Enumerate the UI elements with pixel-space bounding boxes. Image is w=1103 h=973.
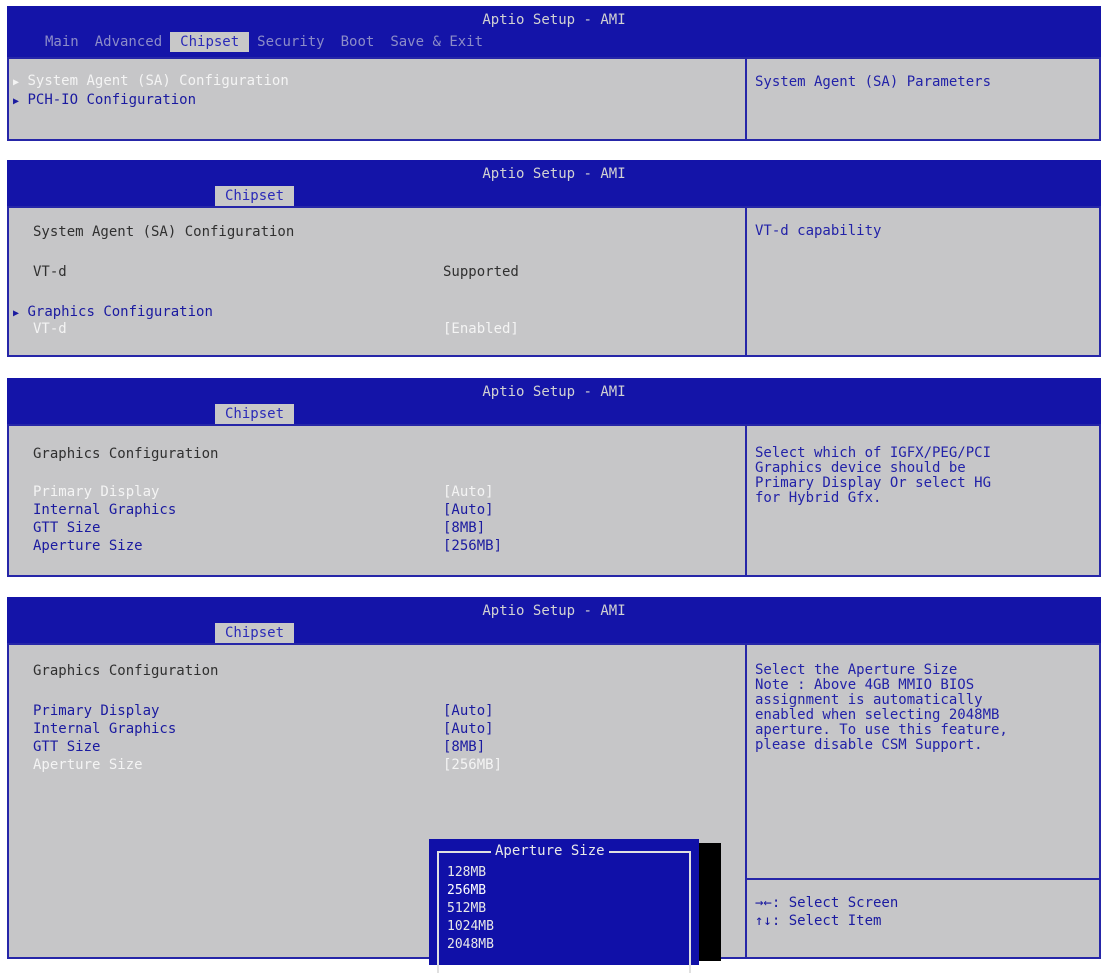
title-bar: Aptio Setup - AMI Main Advanced Chipset … — [7, 6, 1101, 57]
key-hint-select-item: ↑↓: Select Item — [755, 913, 881, 929]
popup-option-128mb[interactable]: 128MB — [447, 865, 486, 880]
tab-bar: Chipset — [215, 404, 295, 424]
aperture-size-label[interactable]: Aperture Size — [33, 538, 143, 554]
section-title: Graphics Configuration — [33, 663, 219, 679]
help-divider — [745, 208, 747, 355]
help-key-divider — [747, 878, 1099, 880]
gtt-size-value[interactable]: [8MB] — [443, 520, 485, 536]
vt-d-setting-value[interactable]: [Enabled] — [443, 321, 519, 337]
submenu-arrow-icon: ▶ — [13, 96, 20, 107]
primary-display-value[interactable]: [Auto] — [443, 484, 494, 500]
bios-screen-system-agent: Aptio Setup - AMI Chipset System Agent (… — [7, 160, 1101, 357]
aperture-size-label[interactable]: Aperture Size — [33, 757, 143, 773]
gtt-size-value[interactable]: [8MB] — [443, 739, 485, 755]
vt-d-info-label: VT-d — [33, 264, 67, 280]
menu-item-label: Graphics Configuration — [27, 304, 213, 320]
help-text: Select the Aperture Size Note : Above 4G… — [755, 662, 1008, 753]
tab-main[interactable]: Main — [37, 32, 87, 52]
window-title: Aptio Setup - AMI — [482, 384, 626, 400]
title-bar: Aptio Setup - AMI Chipset — [7, 378, 1101, 424]
bios-screen-main-menu: Aptio Setup - AMI Main Advanced Chipset … — [7, 6, 1101, 141]
tab-bar: Chipset — [215, 186, 295, 206]
left-right-arrows-icon: →← — [755, 895, 772, 911]
help-text: Select which of IGFX/PEG/PCI Graphics de… — [755, 445, 992, 506]
tab-bar: Main Advanced Chipset Security Boot Save… — [37, 32, 491, 52]
internal-graphics-label[interactable]: Internal Graphics — [33, 721, 176, 737]
tab-security[interactable]: Security — [249, 32, 332, 52]
gtt-size-label[interactable]: GTT Size — [33, 739, 100, 755]
help-text: VT-d capability — [755, 223, 882, 239]
help-divider — [745, 645, 747, 957]
title-bar: Aptio Setup - AMI Chipset — [7, 597, 1101, 643]
menu-item-graphics-configuration[interactable]: ▶ Graphics Configuration — [13, 304, 213, 320]
tab-save-exit[interactable]: Save & Exit — [382, 32, 491, 52]
popup-option-1024mb[interactable]: 1024MB — [447, 919, 494, 934]
menu-item-label: PCH-IO Configuration — [27, 92, 197, 108]
primary-display-value[interactable]: [Auto] — [443, 703, 494, 719]
menu-item-system-agent[interactable]: ▶ System Agent (SA) Configuration — [13, 73, 289, 89]
setup-content: Graphics Configuration Primary Display [… — [7, 643, 1101, 973]
tab-chipset[interactable]: Chipset — [170, 32, 250, 52]
primary-display-label[interactable]: Primary Display — [33, 703, 159, 719]
popup-option-256mb[interactable]: 256MB — [447, 883, 486, 898]
menu-item-pch-io[interactable]: ▶ PCH-IO Configuration — [13, 92, 196, 108]
submenu-arrow-icon: ▶ — [13, 308, 20, 319]
aperture-size-value[interactable]: [256MB] — [443, 538, 502, 554]
popup-option-2048mb[interactable]: 2048MB — [447, 937, 494, 952]
window-title: Aptio Setup - AMI — [482, 166, 626, 182]
window-title: Aptio Setup - AMI — [482, 603, 626, 619]
setup-content: ▶ System Agent (SA) Configuration ▶ PCH-… — [7, 57, 1101, 141]
key-hint-text: : Select Item — [771, 913, 882, 929]
help-divider — [745, 426, 747, 575]
gtt-size-label[interactable]: GTT Size — [33, 520, 100, 536]
vt-d-setting-label[interactable]: VT-d — [33, 321, 67, 337]
tab-advanced[interactable]: Advanced — [87, 32, 170, 52]
help-divider — [745, 59, 747, 139]
tab-chipset[interactable]: Chipset — [215, 186, 295, 206]
section-title: Graphics Configuration — [33, 446, 219, 462]
key-hint-select-screen: →←: Select Screen — [755, 895, 898, 911]
setup-content: Graphics Configuration Primary Display [… — [7, 424, 1101, 577]
internal-graphics-value[interactable]: [Auto] — [443, 502, 494, 518]
popup-title: Aperture Size — [491, 843, 609, 859]
tab-bar: Chipset — [215, 623, 295, 643]
bios-screen-aperture-popup: Aptio Setup - AMI Chipset Graphics Confi… — [7, 597, 1101, 973]
tab-chipset[interactable]: Chipset — [215, 404, 295, 424]
popup-option-512mb[interactable]: 512MB — [447, 901, 486, 916]
tab-chipset[interactable]: Chipset — [215, 623, 295, 643]
window-title: Aptio Setup - AMI — [482, 12, 626, 28]
vt-d-info-value: Supported — [443, 264, 519, 280]
bios-screen-graphics-config: Aptio Setup - AMI Chipset Graphics Confi… — [7, 378, 1101, 577]
setup-content: System Agent (SA) Configuration VT-d Sup… — [7, 206, 1101, 357]
up-down-arrows-icon: ↑↓ — [755, 913, 772, 929]
aperture-size-value[interactable]: [256MB] — [443, 757, 502, 773]
submenu-arrow-icon: ▶ — [13, 77, 20, 88]
tab-boot[interactable]: Boot — [333, 32, 383, 52]
title-bar: Aptio Setup - AMI Chipset — [7, 160, 1101, 206]
menu-item-label: System Agent (SA) Configuration — [27, 73, 289, 89]
section-title: System Agent (SA) Configuration — [33, 224, 295, 240]
aperture-size-popup[interactable]: Aperture Size 128MB 256MB 512MB 1024MB 2… — [429, 839, 699, 973]
internal-graphics-label[interactable]: Internal Graphics — [33, 502, 176, 518]
help-text: System Agent (SA) Parameters — [755, 74, 992, 90]
internal-graphics-value[interactable]: [Auto] — [443, 721, 494, 737]
primary-display-label[interactable]: Primary Display — [33, 484, 159, 500]
key-hint-text: : Select Screen — [771, 895, 899, 911]
